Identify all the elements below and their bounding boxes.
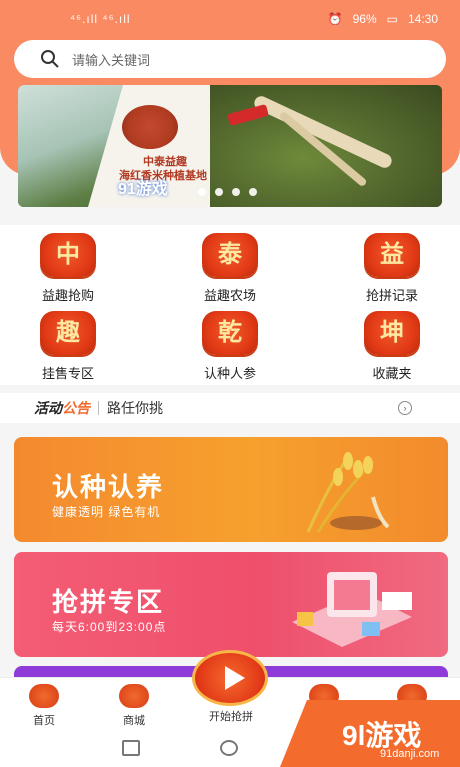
grid-item-label: 益趣农场 <box>203 288 256 303</box>
announcement-bar[interactable]: 活动 公告 路任你挑 › <box>0 393 460 423</box>
announcement-text: 路任你挑 <box>107 400 163 416</box>
alarm-icon: ⏰ <box>327 12 343 26</box>
grid-item-ren-zhong[interactable]: 乾 认种人参 <box>170 311 290 382</box>
announcement-tag-part2: 公告 <box>62 400 90 416</box>
start-group-buy-button[interactable] <box>192 650 268 706</box>
qian-icon: 乾 <box>202 311 258 355</box>
tab-label: 开始抢拼 <box>209 711 253 723</box>
carousel-dot[interactable] <box>198 188 206 196</box>
zhong-icon: 中 <box>40 233 96 277</box>
adopt-card[interactable]: 认种认养 健康透明 绿色有机 <box>14 437 448 542</box>
battery-level: 96% <box>352 12 377 26</box>
feature-grid: 中 益趣抢购 泰 益趣农场 益 抢拼记录 趣 挂售专区 乾 认种人参 坤 收藏夹 <box>0 225 460 385</box>
tab-start-group-buy[interactable]: 开始抢拼 <box>196 704 266 724</box>
yi-icon: 益 <box>364 233 420 277</box>
search-placeholder: 请输入关键词 <box>72 52 151 68</box>
grid-item-nong-chang[interactable]: 泰 益趣农场 <box>170 233 290 304</box>
tab-home[interactable]: 首页 <box>14 684 74 728</box>
kun-icon: 坤 <box>364 311 420 355</box>
wheat-ginseng-illustration <box>306 452 390 533</box>
watermark-corner: 9l游戏 91danji.com <box>280 700 460 767</box>
home-nav-icon[interactable] <box>220 740 238 756</box>
grid-item-qiang-gou[interactable]: 中 益趣抢购 <box>8 233 128 304</box>
grid-item-label: 挂售专区 <box>41 366 94 381</box>
tai-icon: 泰 <box>202 233 258 277</box>
group-buy-card[interactable]: 抢拼专区 每天6:00到23:00点 <box>14 552 448 657</box>
tab-mall[interactable]: 商城 <box>104 684 164 728</box>
grid-item-shou-cang[interactable]: 坤 收藏夹 <box>332 311 452 382</box>
announcement-tag-part1: 活动 <box>34 400 62 416</box>
grid-item-label: 抢拼记录 <box>365 288 418 303</box>
grid-item-label: 益趣抢购 <box>41 288 94 303</box>
signal-indicator: ⁴⁶.ıll ⁴⁶.ıll <box>70 12 131 26</box>
battery-icon: ▭ <box>386 12 398 26</box>
recent-apps-icon[interactable] <box>122 740 140 756</box>
status-bar: ⁴⁶.ıll ⁴⁶.ıll ⏰ 96% ▭ 14:30 <box>0 0 460 38</box>
app-screen: ⁴⁶.ıll ⁴⁶.ıll ⏰ 96% ▭ 14:30 请输入关键词 中 泰 益趣 … <box>0 0 460 767</box>
mall-icon <box>119 684 149 708</box>
search-bar[interactable]: 请输入关键词 <box>14 40 446 78</box>
search-icon <box>41 50 59 68</box>
carousel-dots[interactable] <box>198 188 257 196</box>
grid-item-label: 认种人参 <box>203 366 256 381</box>
watermark-logo: 91游戏 <box>118 181 168 198</box>
clock: 14:30 <box>407 12 438 26</box>
card-subtitle: 健康透明 绿色有机 <box>52 505 161 519</box>
grid-item-gua-shou[interactable]: 趣 挂售专区 <box>8 311 128 382</box>
watermark-site: 91danji.com <box>380 748 440 760</box>
shopping-phone-illustration <box>292 572 412 647</box>
qu-icon: 趣 <box>40 311 96 355</box>
tab-label: 商城 <box>123 715 145 727</box>
rice-bowl-image <box>122 105 178 149</box>
chevron-right-icon[interactable]: › <box>398 401 412 415</box>
home-icon <box>29 684 59 708</box>
grid-item-ji-lu[interactable]: 益 抢拼记录 <box>332 233 452 304</box>
carousel-dot[interactable] <box>249 188 257 196</box>
card-title: 抢拼专区 <box>52 587 165 617</box>
grid-item-label: 收藏夹 <box>372 366 412 381</box>
play-icon <box>225 666 245 690</box>
tab-label: 首页 <box>33 715 55 727</box>
carousel-dot[interactable] <box>215 188 223 196</box>
carousel-dot[interactable] <box>232 188 240 196</box>
divider <box>98 401 99 415</box>
card-subtitle: 每天6:00到23:00点 <box>52 620 167 634</box>
card-title: 认种认养 <box>52 472 165 502</box>
